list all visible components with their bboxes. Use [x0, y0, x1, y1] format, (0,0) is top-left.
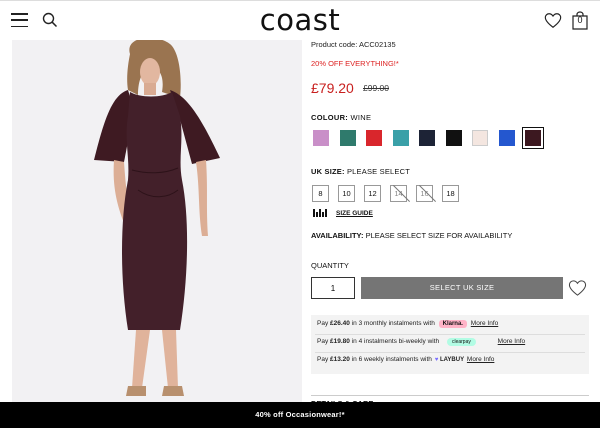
colour-swatch-blush[interactable]: [472, 130, 488, 146]
product-code: Product code: ACC02135: [311, 40, 396, 49]
quantity-label: QUANTITY: [311, 261, 349, 270]
size-option-10[interactable]: 10: [338, 185, 355, 202]
size-value: PLEASE SELECT: [346, 167, 411, 176]
size-option-16[interactable]: 16: [416, 185, 433, 202]
payment-options: Pay £26.40 in 3 monthly instalments with…: [311, 315, 589, 374]
size-option-8[interactable]: 8: [312, 185, 329, 202]
size-options: 8 10 12 14 16 18: [312, 185, 468, 202]
clearpay-logo: clearpay: [446, 338, 476, 346]
divider: [315, 334, 585, 335]
add-to-wishlist-heart-icon[interactable]: [568, 279, 587, 297]
size-label: UK SIZE: PLEASE SELECT: [311, 167, 411, 176]
clearpay-more-info-link[interactable]: More Info: [498, 338, 525, 345]
colour-swatch-aqua[interactable]: [392, 130, 409, 146]
klarna-row: Pay £26.40 in 3 monthly instalments with…: [317, 320, 499, 328]
promo-text: 20% OFF EVERYTHING!*: [311, 59, 399, 68]
clearpay-row: Pay £19.80 in 4 instalments bi-weekly wi…: [317, 338, 526, 346]
colour-value: WINE: [350, 113, 372, 122]
original-price: £99.00: [363, 83, 389, 93]
colour-swatches: [313, 127, 552, 149]
laybuy-logo: ♥ LAYBUY: [434, 357, 465, 363]
colour-swatch-red[interactable]: [366, 130, 382, 146]
colour-swatch-black[interactable]: [445, 130, 462, 146]
colour-label: COLOUR: WINE: [311, 113, 372, 122]
divider: [315, 352, 585, 353]
laybuy-row: Pay £13.20 in 6 weekly instalments with …: [317, 356, 495, 363]
size-option-14[interactable]: 14: [390, 185, 407, 202]
colour-swatch-wine[interactable]: [522, 127, 544, 149]
size-option-12[interactable]: 12: [364, 185, 381, 202]
colour-swatch-lilac[interactable]: [313, 130, 329, 146]
colour-swatch-navy[interactable]: [419, 130, 435, 146]
wishlist-heart-icon[interactable]: [544, 12, 562, 29]
size-option-18[interactable]: 18: [442, 185, 459, 202]
quantity-input[interactable]: [311, 277, 355, 299]
bag-count: 0: [577, 15, 583, 25]
availability-value: PLEASE SELECT SIZE FOR AVAILABILITY: [365, 231, 513, 240]
klarna-logo: Klarna.: [438, 320, 467, 328]
dress-model-image: [12, 40, 302, 402]
product-image[interactable]: [12, 40, 302, 402]
promo-banner[interactable]: 40% off Occasionwear!*: [0, 402, 600, 428]
availability: AVAILABILITY: PLEASE SELECT SIZE FOR AVA…: [311, 231, 513, 240]
colour-swatch-blue[interactable]: [498, 130, 515, 146]
sale-price: £79.20: [311, 80, 354, 96]
size-guide-link[interactable]: SIZE GUIDE: [336, 210, 373, 217]
colour-swatch-teal[interactable]: [339, 130, 356, 146]
brand-logo[interactable]: coast: [0, 3, 600, 37]
select-size-button[interactable]: SELECT UK SIZE: [361, 277, 563, 299]
site-header: coast 0: [0, 0, 600, 41]
laybuy-more-info-link[interactable]: More Info: [467, 356, 494, 363]
ruler-icon: [313, 209, 327, 217]
klarna-more-info-link[interactable]: More Info: [471, 320, 498, 327]
